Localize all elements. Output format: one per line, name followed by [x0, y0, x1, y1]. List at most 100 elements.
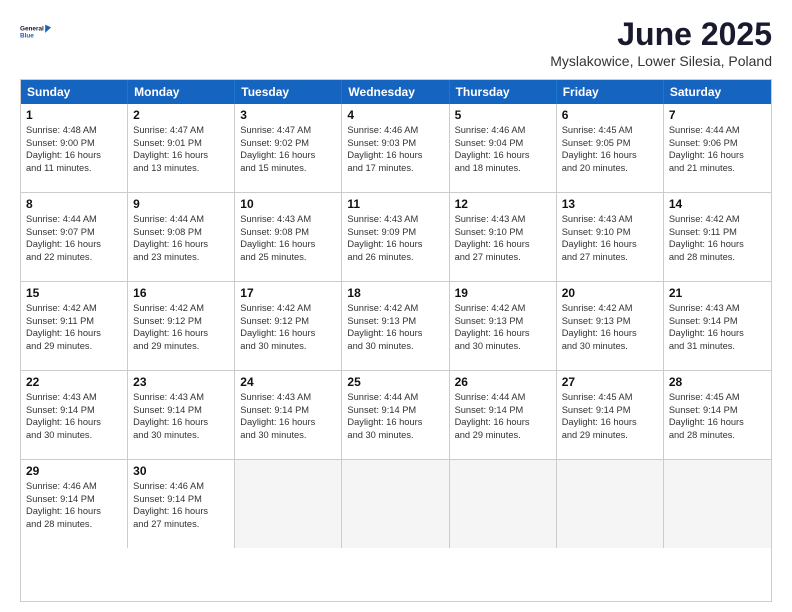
sunset-line: Sunset: 9:01 PM [133, 137, 229, 150]
sunrise-line: Sunrise: 4:47 AM [240, 124, 336, 137]
day-number: 18 [347, 286, 443, 300]
day-number: 6 [562, 108, 658, 122]
daylight-line: Daylight: 16 hours [240, 149, 336, 162]
cal-cell-0-0: 1 Sunrise: 4:48 AM Sunset: 9:00 PM Dayli… [21, 104, 128, 192]
sunrise-line: Sunrise: 4:46 AM [455, 124, 551, 137]
cal-cell-2-3: 18 Sunrise: 4:42 AM Sunset: 9:13 PM Dayl… [342, 282, 449, 370]
sunrise-line: Sunrise: 4:44 AM [26, 213, 122, 226]
day-number: 25 [347, 375, 443, 389]
subtitle: Myslakowice, Lower Silesia, Poland [550, 53, 772, 69]
daylight-line: Daylight: 16 hours [562, 416, 658, 429]
svg-text:General: General [20, 26, 44, 33]
sunset-line: Sunset: 9:14 PM [455, 404, 551, 417]
cal-cell-2-5: 20 Sunrise: 4:42 AM Sunset: 9:13 PM Dayl… [557, 282, 664, 370]
sunrise-line: Sunrise: 4:42 AM [133, 302, 229, 315]
daylight-line: Daylight: 16 hours [133, 327, 229, 340]
sunset-line: Sunset: 9:13 PM [562, 315, 658, 328]
daylight-line: Daylight: 16 hours [455, 238, 551, 251]
day-number: 11 [347, 197, 443, 211]
day-number: 20 [562, 286, 658, 300]
daylight-line: Daylight: 16 hours [347, 149, 443, 162]
daylight-line: Daylight: 16 hours [26, 238, 122, 251]
week-row-0: 1 Sunrise: 4:48 AM Sunset: 9:00 PM Dayli… [21, 104, 771, 192]
daylight-line: Daylight: 16 hours [562, 238, 658, 251]
daylight-minutes: and 30 minutes. [26, 429, 122, 442]
cal-cell-2-0: 15 Sunrise: 4:42 AM Sunset: 9:11 PM Dayl… [21, 282, 128, 370]
cal-cell-2-6: 21 Sunrise: 4:43 AM Sunset: 9:14 PM Dayl… [664, 282, 771, 370]
cal-cell-1-1: 9 Sunrise: 4:44 AM Sunset: 9:08 PM Dayli… [128, 193, 235, 281]
daylight-minutes: and 27 minutes. [455, 251, 551, 264]
sunset-line: Sunset: 9:14 PM [669, 315, 766, 328]
sunrise-line: Sunrise: 4:42 AM [26, 302, 122, 315]
cal-cell-0-5: 6 Sunrise: 4:45 AM Sunset: 9:05 PM Dayli… [557, 104, 664, 192]
day-number: 24 [240, 375, 336, 389]
daylight-line: Daylight: 16 hours [669, 238, 766, 251]
cal-cell-4-1: 30 Sunrise: 4:46 AM Sunset: 9:14 PM Dayl… [128, 460, 235, 548]
day-number: 28 [669, 375, 766, 389]
daylight-minutes: and 28 minutes. [669, 429, 766, 442]
cal-cell-1-0: 8 Sunrise: 4:44 AM Sunset: 9:07 PM Dayli… [21, 193, 128, 281]
sunset-line: Sunset: 9:14 PM [240, 404, 336, 417]
daylight-minutes: and 20 minutes. [562, 162, 658, 175]
week-row-3: 22 Sunrise: 4:43 AM Sunset: 9:14 PM Dayl… [21, 370, 771, 459]
cal-cell-3-0: 22 Sunrise: 4:43 AM Sunset: 9:14 PM Dayl… [21, 371, 128, 459]
daylight-line: Daylight: 16 hours [669, 416, 766, 429]
daylight-line: Daylight: 16 hours [347, 327, 443, 340]
cal-cell-4-5 [557, 460, 664, 548]
sunset-line: Sunset: 9:14 PM [26, 404, 122, 417]
daylight-minutes: and 21 minutes. [669, 162, 766, 175]
sunset-line: Sunset: 9:08 PM [133, 226, 229, 239]
sunset-line: Sunset: 9:11 PM [26, 315, 122, 328]
daylight-minutes: and 29 minutes. [455, 429, 551, 442]
calendar-header: Sunday Monday Tuesday Wednesday Thursday… [21, 80, 771, 104]
daylight-line: Daylight: 16 hours [133, 416, 229, 429]
cal-cell-1-6: 14 Sunrise: 4:42 AM Sunset: 9:11 PM Dayl… [664, 193, 771, 281]
daylight-minutes: and 31 minutes. [669, 340, 766, 353]
cal-cell-1-4: 12 Sunrise: 4:43 AM Sunset: 9:10 PM Dayl… [450, 193, 557, 281]
day-number: 7 [669, 108, 766, 122]
sunrise-line: Sunrise: 4:44 AM [455, 391, 551, 404]
daylight-minutes: and 22 minutes. [26, 251, 122, 264]
logo: GeneralBlue [20, 16, 52, 48]
daylight-minutes: and 30 minutes. [240, 340, 336, 353]
sunrise-line: Sunrise: 4:47 AM [133, 124, 229, 137]
day-number: 29 [26, 464, 122, 478]
daylight-line: Daylight: 16 hours [26, 505, 122, 518]
daylight-minutes: and 30 minutes. [240, 429, 336, 442]
cal-cell-2-2: 17 Sunrise: 4:42 AM Sunset: 9:12 PM Dayl… [235, 282, 342, 370]
day-number: 30 [133, 464, 229, 478]
sunset-line: Sunset: 9:12 PM [240, 315, 336, 328]
daylight-line: Daylight: 16 hours [240, 238, 336, 251]
sunset-line: Sunset: 9:09 PM [347, 226, 443, 239]
daylight-line: Daylight: 16 hours [133, 505, 229, 518]
header-thursday: Thursday [450, 80, 557, 104]
day-number: 26 [455, 375, 551, 389]
cal-cell-2-4: 19 Sunrise: 4:42 AM Sunset: 9:13 PM Dayl… [450, 282, 557, 370]
daylight-minutes: and 15 minutes. [240, 162, 336, 175]
calendar-body: 1 Sunrise: 4:48 AM Sunset: 9:00 PM Dayli… [21, 104, 771, 548]
daylight-line: Daylight: 16 hours [455, 416, 551, 429]
cal-cell-0-2: 3 Sunrise: 4:47 AM Sunset: 9:02 PM Dayli… [235, 104, 342, 192]
sunrise-line: Sunrise: 4:43 AM [240, 391, 336, 404]
daylight-minutes: and 11 minutes. [26, 162, 122, 175]
daylight-line: Daylight: 16 hours [347, 238, 443, 251]
sunset-line: Sunset: 9:14 PM [669, 404, 766, 417]
daylight-line: Daylight: 16 hours [562, 149, 658, 162]
day-number: 3 [240, 108, 336, 122]
daylight-line: Daylight: 16 hours [669, 327, 766, 340]
daylight-line: Daylight: 16 hours [562, 327, 658, 340]
week-row-1: 8 Sunrise: 4:44 AM Sunset: 9:07 PM Dayli… [21, 192, 771, 281]
sunrise-line: Sunrise: 4:42 AM [455, 302, 551, 315]
sunrise-line: Sunrise: 4:43 AM [455, 213, 551, 226]
header-monday: Monday [128, 80, 235, 104]
cal-cell-0-6: 7 Sunrise: 4:44 AM Sunset: 9:06 PM Dayli… [664, 104, 771, 192]
header: GeneralBlue June 2025 Myslakowice, Lower… [20, 16, 772, 69]
sunrise-line: Sunrise: 4:46 AM [26, 480, 122, 493]
sunrise-line: Sunrise: 4:43 AM [347, 213, 443, 226]
cal-cell-3-3: 25 Sunrise: 4:44 AM Sunset: 9:14 PM Dayl… [342, 371, 449, 459]
title-block: June 2025 Myslakowice, Lower Silesia, Po… [550, 16, 772, 69]
day-number: 19 [455, 286, 551, 300]
cal-cell-4-3 [342, 460, 449, 548]
sunrise-line: Sunrise: 4:43 AM [26, 391, 122, 404]
cal-cell-4-2 [235, 460, 342, 548]
